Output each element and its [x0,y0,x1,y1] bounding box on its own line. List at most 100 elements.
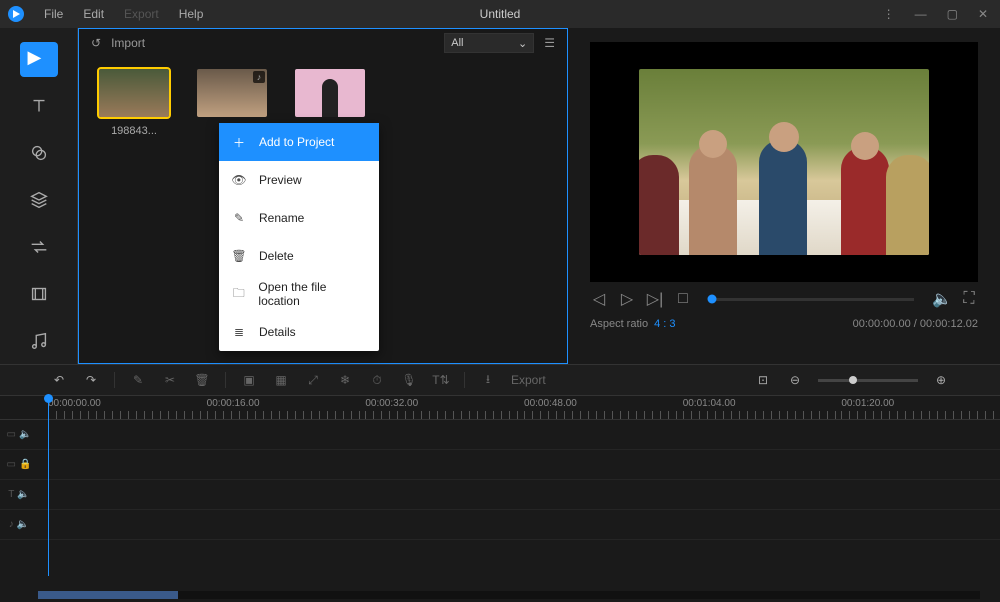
mosaic-icon[interactable]: ▦ [272,371,290,389]
ctx-details[interactable]: ≣ Details [219,313,379,351]
volume-icon[interactable]: 🔈 [932,289,950,309]
preview-scrubber[interactable] [710,298,914,301]
media-filter-select[interactable]: All ⌄ [444,33,534,53]
layers-icon [28,189,50,211]
track-volume-icon[interactable]: 🔈 [17,489,29,500]
preview-timecode: 00:00:00.00 / 00:00:12.02 [853,318,978,330]
preview-viewport [590,42,978,282]
ctx-rename[interactable]: ✎ Rename [219,199,379,237]
video-track[interactable]: ▭🔈 [0,420,1000,450]
more-icon[interactable]: ⋮ [879,7,899,21]
ctx-add-to-project[interactable]: ＋ Add to Project [219,123,379,161]
playback-controls: ◁ ▷ ▷| □ 🔈 ⛶ [590,282,978,316]
cut-icon[interactable]: ✂ [161,371,179,389]
playhead[interactable] [48,396,49,576]
music-tab[interactable] [20,323,58,358]
export-icon[interactable]: ⭳ [479,371,497,389]
trash-icon: 🗑 [231,249,247,263]
text-icon: T [8,489,14,500]
import-button[interactable]: Import [111,36,145,50]
ctx-delete[interactable]: 🗑 Delete [219,237,379,275]
preview-panel: ◁ ▷ ▷| □ 🔈 ⛶ Aspect ratio 4 : 3 00:00:00… [568,28,1000,364]
timeline-ruler[interactable]: 00:00:00.00 00:00:16.00 00:00:32.00 00:0… [0,396,1000,420]
fit-icon[interactable]: ⊡ [754,371,772,389]
redo-button[interactable]: ↷ [82,371,100,389]
edit-toolbar: ↶ ↷ ✎ ✂ 🗑 ▣ ▦ ⤢ ❄ ⏱ 🎙 T⇅ ⭳ Export ⊡ ⊖ ⊕ [0,364,1000,396]
export-button[interactable]: Export [511,373,546,387]
zoom-out-button[interactable]: ⊖ [786,371,804,389]
menu-file[interactable]: File [34,7,73,21]
pencil-icon: ✎ [231,211,247,225]
filter-value: All [451,37,463,49]
text-track[interactable]: T🔈 [0,480,1000,510]
next-frame-button[interactable]: ▷| [646,289,664,309]
prev-frame-button[interactable]: ◁ [590,289,608,309]
music-icon: ♪ [9,519,14,530]
film-icon: ▭ [7,459,16,470]
text-tool-icon[interactable]: T⇅ [432,371,450,389]
text-tab[interactable] [20,89,58,124]
play-icon: ▶ [28,48,50,70]
close-button[interactable]: ✕ [974,7,992,21]
preview-frame [639,69,929,255]
crop-icon[interactable]: ▣ [240,371,258,389]
track-volume-icon[interactable]: 🔈 [17,519,29,530]
track-volume-icon[interactable]: 🔈 [19,429,31,440]
info-list-icon: ≣ [231,325,247,339]
text-icon [28,95,50,117]
voiceover-icon[interactable]: 🎙 [400,371,418,389]
undo-button[interactable]: ↶ [50,371,68,389]
track-lock-icon[interactable]: 🔒 [19,459,31,470]
import-icon[interactable]: ↺ [91,36,101,50]
music-icon [28,330,50,352]
media-panel: ↺ Import All ⌄ ☰ 198843... ♪ ... [78,28,568,364]
speed-icon[interactable]: ⏱ [368,371,386,389]
timeline-scrollbar[interactable] [38,591,980,599]
arrows-icon [28,236,50,258]
minimize-button[interactable]: — [911,7,931,21]
zoom-slider[interactable] [818,379,918,382]
thumbnail-image [99,69,169,117]
menu-edit[interactable]: Edit [73,7,114,21]
video-track-2[interactable]: ▭🔒 [0,450,1000,480]
expand-icon[interactable]: ⤢ [304,371,322,389]
audio-badge-icon: ♪ [253,71,265,83]
filters-tab[interactable] [20,136,58,171]
stop-button[interactable]: □ [674,290,692,308]
eye-icon: 👁 [231,173,247,187]
folder-icon: 🗀 [231,284,246,305]
plus-icon: ＋ [231,134,247,151]
zoom-in-button[interactable]: ⊕ [932,371,950,389]
freeze-icon[interactable]: ❄ [336,371,354,389]
film-icon [28,283,50,305]
list-view-icon[interactable]: ☰ [544,36,555,50]
thumb-label: 198843... [111,125,157,137]
timeline: 00:00:00.00 00:00:16.00 00:00:32.00 00:0… [0,396,1000,602]
titlebar: File Edit Export Help Untitled ⋮ — ▢ ✕ [0,0,1000,28]
transitions-tab[interactable] [20,229,58,264]
audio-track[interactable]: ♪🔈 [0,510,1000,540]
edit-icon[interactable]: ✎ [129,371,147,389]
elements-tab[interactable] [20,276,58,311]
venn-icon [28,142,50,164]
tool-sidebar: ▶ [0,28,78,364]
thumbnail-image: ♪ [197,69,267,117]
maximize-button[interactable]: ▢ [943,7,962,21]
ctx-preview[interactable]: 👁 Preview [219,161,379,199]
context-menu: ＋ Add to Project 👁 Preview ✎ Rename 🗑 De… [219,123,379,351]
delete-icon[interactable]: 🗑 [193,371,211,389]
aspect-ratio-value[interactable]: 4 : 3 [654,318,675,330]
media-thumb[interactable]: 198843... [99,69,169,137]
window-title: Untitled [480,7,521,21]
ctx-open-location[interactable]: 🗀 Open the file location [219,275,379,313]
film-icon: ▭ [7,429,16,440]
fullscreen-icon[interactable]: ⛶ [960,290,978,308]
chevron-down-icon: ⌄ [518,37,527,50]
media-tab[interactable]: ▶ [20,42,58,77]
overlays-tab[interactable] [20,183,58,218]
menu-help[interactable]: Help [169,7,214,21]
menu-export: Export [114,7,169,21]
app-logo-icon [8,6,24,22]
play-button[interactable]: ▷ [618,289,636,309]
aspect-ratio-label: Aspect ratio [590,318,648,330]
